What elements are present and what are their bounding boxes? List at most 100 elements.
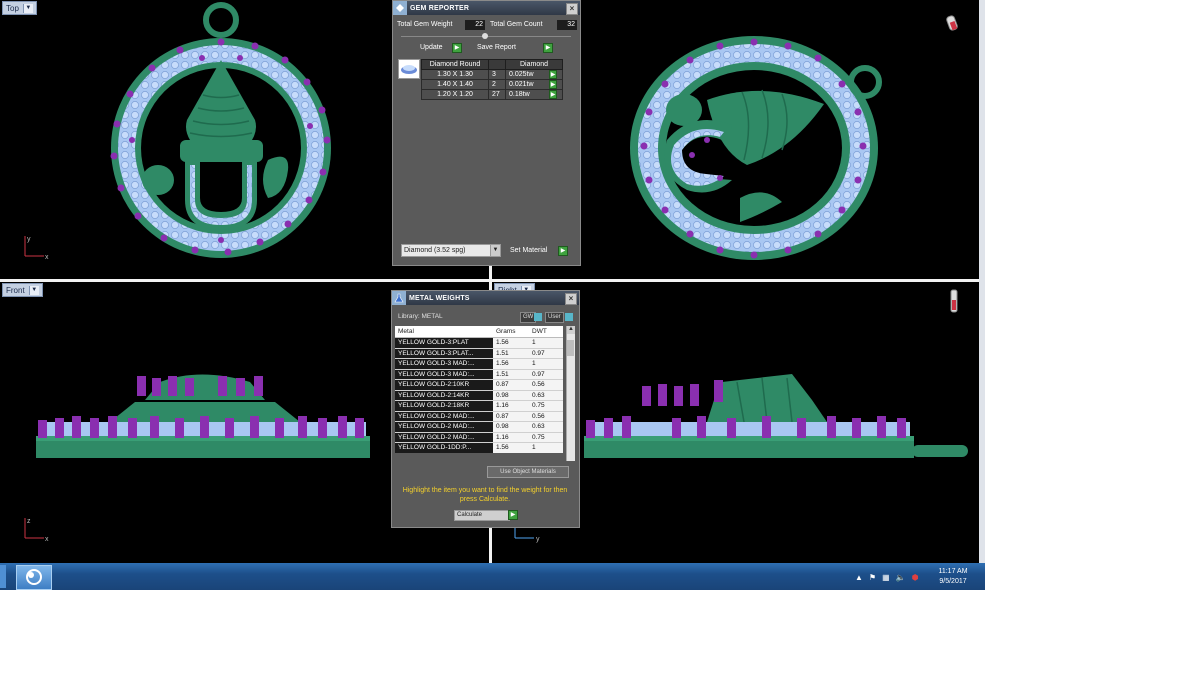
- chevron-up-icon[interactable]: ▲: [567, 326, 575, 334]
- network-icon[interactable]: ▦: [882, 573, 890, 582]
- play-arrow-icon[interactable]: ▶: [549, 70, 557, 79]
- table-row[interactable]: YELLOW GOLD-3:PLAT 1.56 1: [395, 337, 563, 348]
- metal-weights-panel[interactable]: METAL WEIGHTS × Library: METAL GW User M…: [391, 290, 580, 528]
- close-icon[interactable]: ×: [565, 293, 577, 305]
- panel-title: METAL WEIGHTS: [409, 294, 470, 302]
- metal-name-cell: YELLOW GOLD-3:PLAT: [395, 337, 493, 348]
- metal-name-cell: YELLOW GOLD-3:PLAT...: [395, 347, 493, 359]
- dwt-cell: 0.97: [529, 347, 563, 359]
- svg-text:x: x: [45, 536, 49, 542]
- table-row[interactable]: YELLOW GOLD-2 MAD:... 1.16 0.75: [395, 431, 563, 443]
- camera-icon[interactable]: [944, 14, 964, 36]
- total-gem-count-value: 32: [557, 20, 577, 30]
- metal-name-cell: YELLOW GOLD-2:18KR: [395, 400, 493, 411]
- play-arrow-icon[interactable]: ▶: [543, 43, 553, 53]
- user-button[interactable]: User: [545, 312, 564, 323]
- table-row[interactable]: 1.30 X 1.30 3 0.025tw: [421, 69, 563, 80]
- splitter-handle[interactable]: [482, 33, 488, 39]
- metal-weights-titlebar[interactable]: METAL WEIGHTS ×: [392, 291, 579, 305]
- scrollbar-thumb[interactable]: [567, 340, 574, 356]
- close-icon[interactable]: ×: [566, 3, 578, 15]
- chevron-down-icon[interactable]: ▼: [22, 3, 33, 13]
- column-header: [488, 59, 506, 70]
- dwt-cell: 0.56: [529, 410, 563, 422]
- security-icon[interactable]: ⬢: [912, 573, 919, 582]
- metal-table-scrollbar[interactable]: ▲: [566, 326, 575, 461]
- desktop-screen: Top ▼ y x Front ▼ z x y GEM REPORTER × T…: [0, 0, 985, 590]
- metal-name-cell: YELLOW GOLD-3 MAD:...: [395, 358, 493, 369]
- grams-cell: 1.51: [493, 368, 529, 380]
- gem-count-cell: 2: [488, 79, 506, 90]
- volume-icon[interactable]: 🔈: [896, 573, 906, 582]
- start-button[interactable]: [0, 565, 6, 588]
- table-row[interactable]: YELLOW GOLD-3 MAD:... 1.56 1: [395, 358, 563, 369]
- table-row[interactable]: YELLOW GOLD-2 MAD:... 0.98 0.63: [395, 421, 563, 432]
- gem-reporter-panel[interactable]: GEM REPORTER × Total Gem Weight 22 Total…: [392, 0, 581, 266]
- metal-name-cell: YELLOW GOLD-2 MAD:...: [395, 410, 493, 422]
- play-arrow-icon[interactable]: ▶: [508, 510, 518, 520]
- material-select[interactable]: Diamond (3.52 spg) ▼: [401, 244, 501, 257]
- metal-name-cell: YELLOW GOLD-2 MAD:...: [395, 431, 493, 443]
- axis-indicator-front: z x: [24, 518, 49, 542]
- viewport-label-text: Top: [6, 3, 19, 13]
- clock[interactable]: 11:17 AM 9/5/2017: [928, 567, 978, 587]
- info-icon[interactable]: [565, 313, 573, 321]
- table-row[interactable]: YELLOW GOLD-2 MAD:... 0.87 0.56: [395, 410, 563, 422]
- table-row[interactable]: YELLOW GOLD-2:14KR 0.98 0.63: [395, 389, 563, 401]
- info-icon[interactable]: [534, 313, 542, 321]
- set-material-button[interactable]: Set Material: [510, 247, 547, 254]
- table-row[interactable]: 1.40 X 1.40 2 0.021tw: [421, 79, 563, 90]
- table-row[interactable]: YELLOW GOLD-3:PLAT... 1.51 0.97: [395, 347, 563, 359]
- save-report-button[interactable]: Save Report: [477, 44, 516, 51]
- dwt-cell: 1: [529, 337, 563, 348]
- grams-cell: 1.51: [493, 347, 529, 359]
- column-header: Diamond Round: [421, 59, 489, 70]
- table-row[interactable]: 1.20 X 1.20 27 0.18tw: [421, 89, 563, 100]
- use-object-materials-button[interactable]: Use Object Materials: [487, 466, 569, 478]
- chevron-down-icon[interactable]: ▼: [28, 285, 39, 295]
- gem-count-cell: 3: [488, 69, 506, 80]
- dwt-cell: 0.97: [529, 368, 563, 380]
- column-header-dwt: DWT: [529, 326, 563, 338]
- calculate-label: Calculate: [457, 512, 483, 518]
- chevron-up-icon[interactable]: ▲: [855, 573, 863, 582]
- viewport-label-front[interactable]: Front ▼: [2, 283, 43, 297]
- metal-name-cell: YELLOW GOLD-2:10KR: [395, 379, 493, 390]
- app-icon: [26, 569, 42, 585]
- dwt-cell: 0.63: [529, 389, 563, 401]
- column-header-metal: Metal: [395, 326, 493, 338]
- taskbar-app-button[interactable]: [16, 565, 52, 590]
- system-tray: ▲ ⚑ ▦ 🔈 ⬢: [855, 567, 919, 587]
- metal-table: Metal Grams DWT YELLOW GOLD-3:PLAT 1.56 1 …: [395, 326, 563, 453]
- play-arrow-icon[interactable]: ▶: [549, 80, 557, 89]
- clock-date: 9/5/2017: [939, 578, 967, 585]
- svg-text:y: y: [27, 236, 31, 243]
- total-gem-count-label: Total Gem Count: [490, 21, 543, 28]
- dwt-cell: 0.56: [529, 379, 563, 390]
- flag-icon[interactable]: ⚑: [869, 573, 876, 582]
- grams-cell: 1.16: [493, 431, 529, 443]
- table-row[interactable]: YELLOW GOLD-2:18KR 1.16 0.75: [395, 400, 563, 411]
- svg-text:z: z: [27, 518, 31, 525]
- calculate-button[interactable]: Calculate: [454, 510, 510, 521]
- play-arrow-icon[interactable]: ▶: [558, 246, 568, 256]
- play-arrow-icon[interactable]: ▶: [452, 43, 462, 53]
- play-arrow-icon[interactable]: ▶: [549, 90, 557, 99]
- grams-cell: 0.87: [493, 379, 529, 390]
- grams-cell: 0.87: [493, 410, 529, 422]
- viewport-splitter-horizontal[interactable]: [0, 279, 980, 282]
- material-select-value: Diamond (3.52 spg): [404, 247, 466, 254]
- diamond-thumbnail[interactable]: [398, 59, 420, 79]
- gem-size-cell: 1.30 X 1.30: [421, 69, 489, 80]
- dwt-cell: 1: [529, 442, 563, 453]
- table-row[interactable]: YELLOW GOLD-2:10KR 0.87 0.56: [395, 379, 563, 390]
- window-right-border: [979, 0, 985, 563]
- table-row[interactable]: YELLOW GOLD-1DD:P... 1.56 1: [395, 442, 563, 453]
- viewport-label-text: Front: [6, 285, 25, 295]
- chevron-down-icon[interactable]: ▼: [490, 245, 500, 256]
- update-button[interactable]: Update: [420, 44, 443, 51]
- viewport-label-top[interactable]: Top ▼: [2, 1, 37, 15]
- table-row[interactable]: YELLOW GOLD-3 MAD:... 1.51 0.97: [395, 368, 563, 380]
- gem-reporter-titlebar[interactable]: GEM REPORTER ×: [393, 1, 580, 15]
- camera-icon[interactable]: [947, 288, 961, 322]
